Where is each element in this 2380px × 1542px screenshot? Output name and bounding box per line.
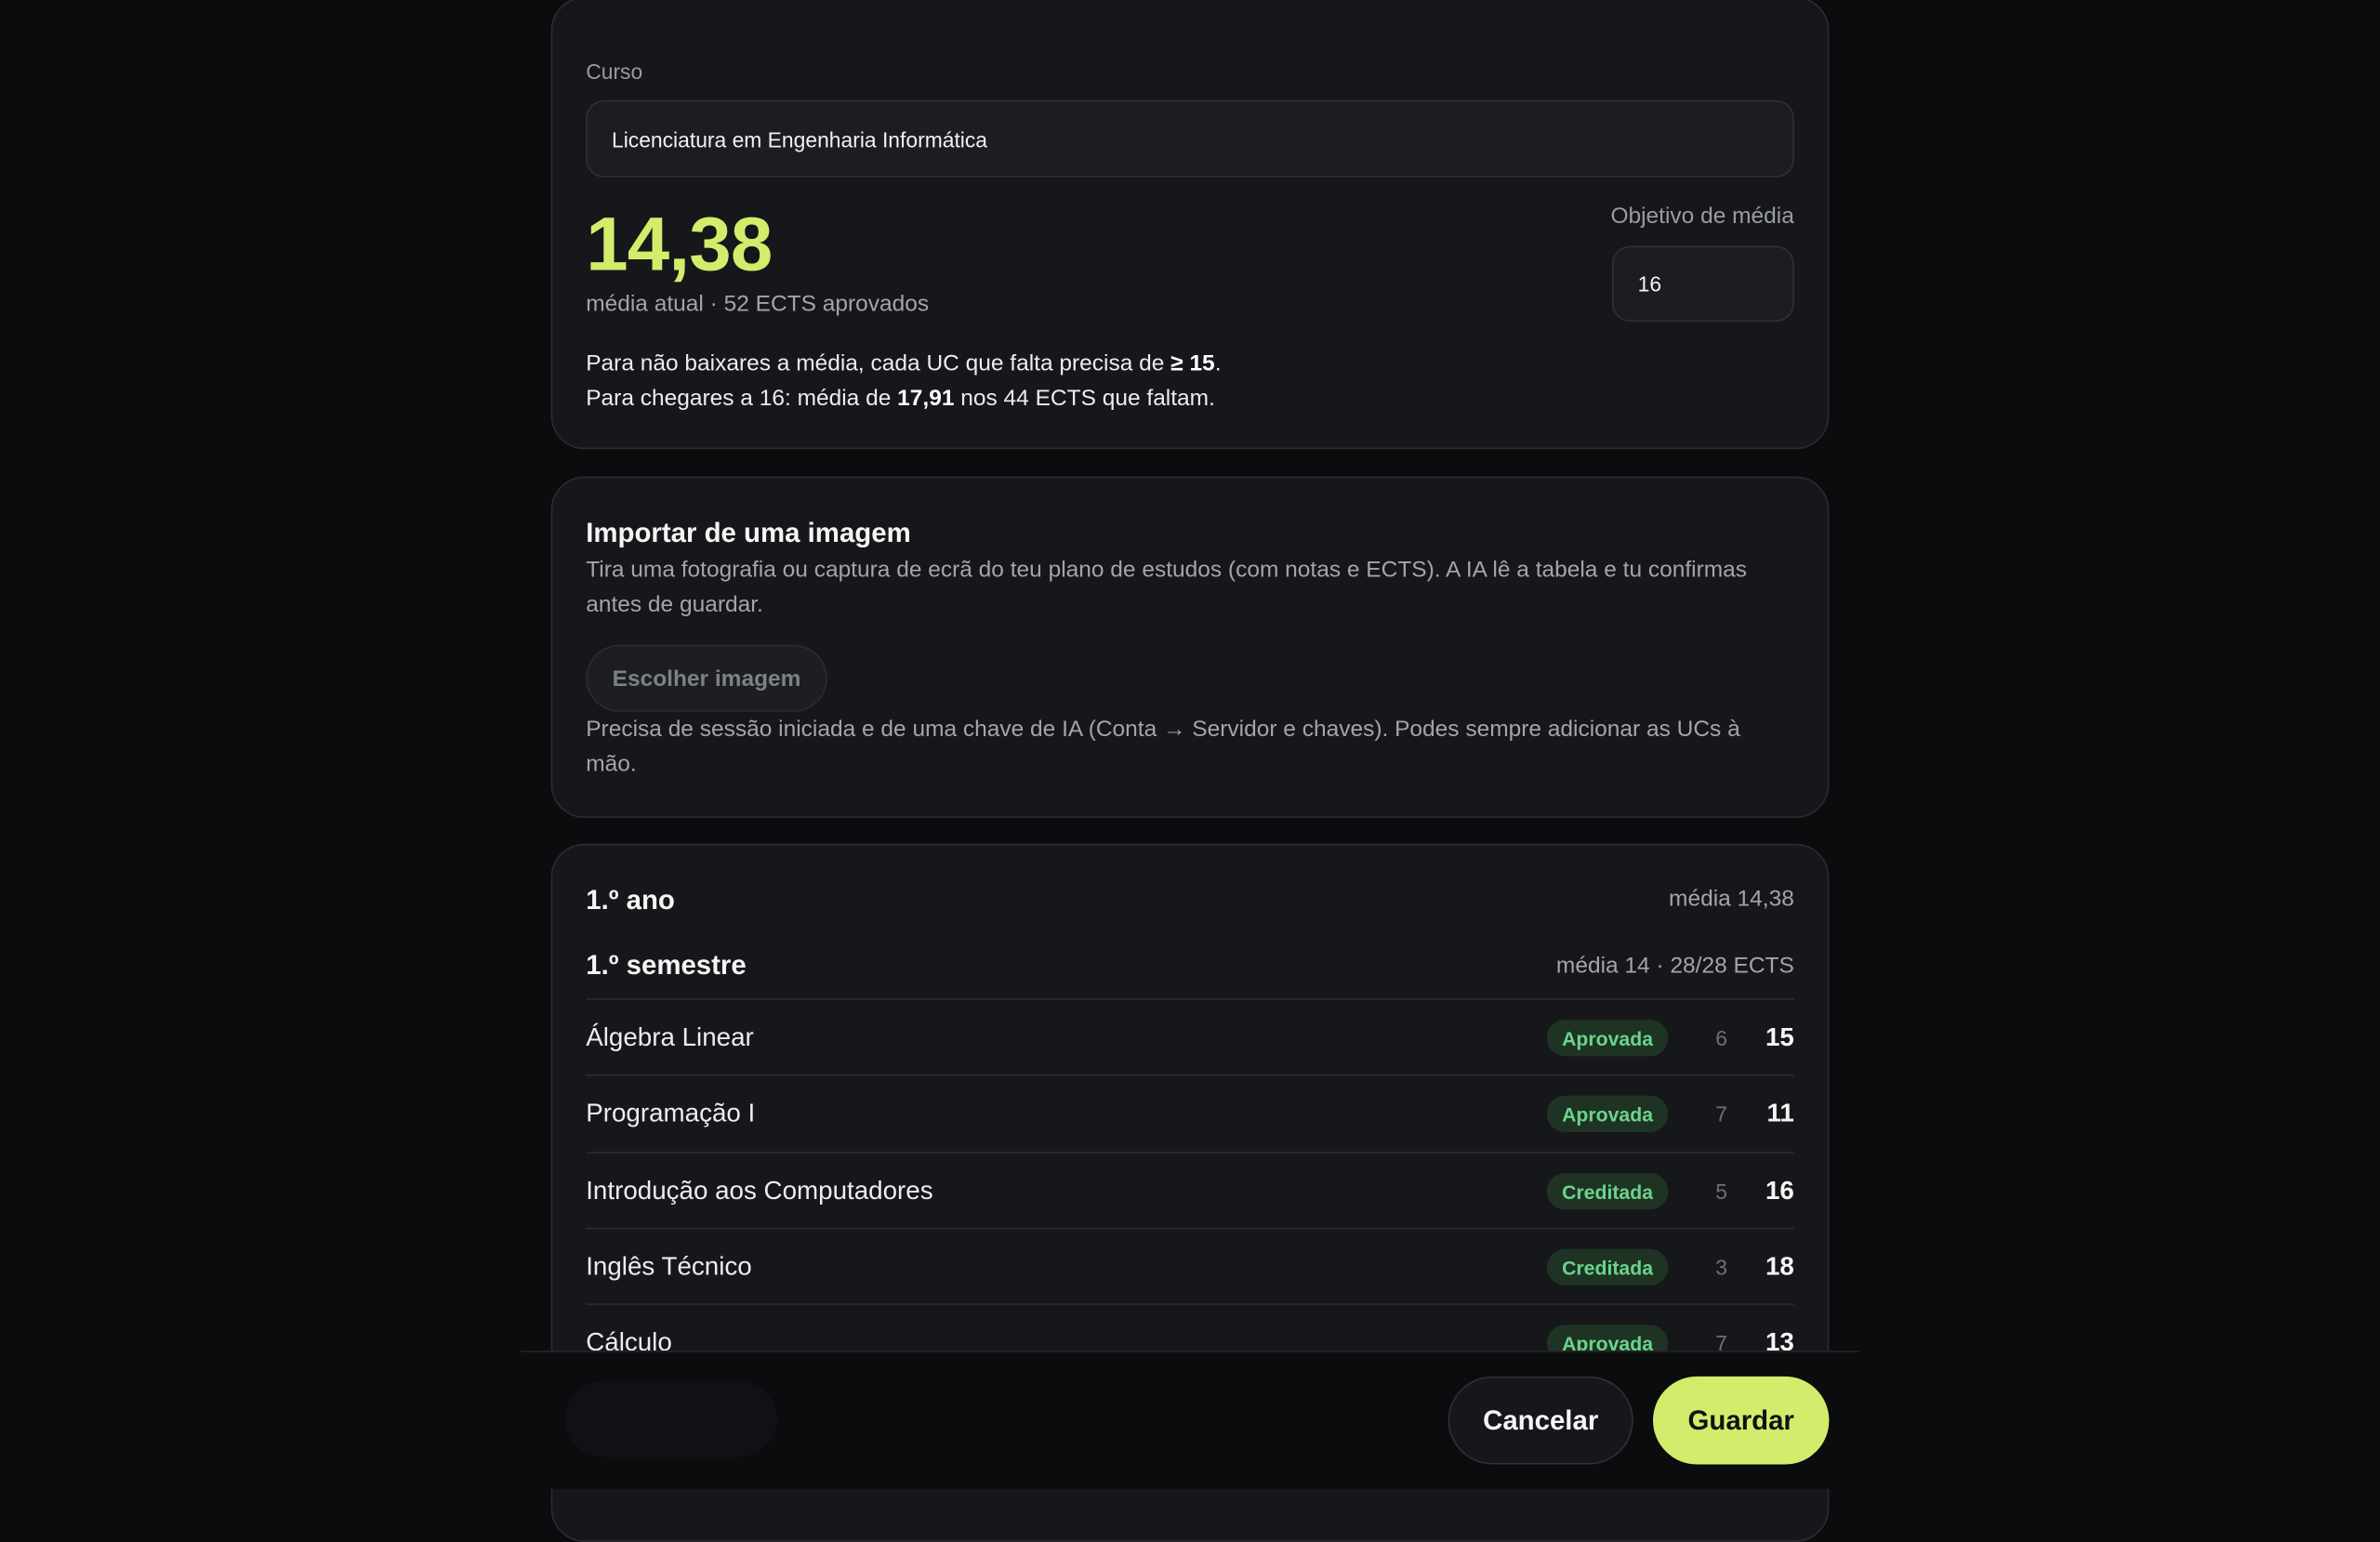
page: Curso Licenciatura em Engenharia Informá… xyxy=(0,0,2380,1542)
uc-name: Programação I xyxy=(586,1099,756,1128)
uc-name: Álgebra Linear xyxy=(586,1022,754,1052)
goal-input[interactable]: 16 xyxy=(1611,245,1794,323)
import-card: Importar de uma imagem Tira uma fotograf… xyxy=(550,476,1830,819)
uc-ects: 7 xyxy=(1715,1101,1728,1127)
import-description: Tira uma fotografia ou captura de ecrã d… xyxy=(586,557,1748,618)
footer-placeholder xyxy=(564,1380,777,1457)
uc-name: Introdução aos Computadores xyxy=(586,1176,933,1206)
uc-row[interactable]: Introdução aos Computadores Creditada 5 … xyxy=(586,1152,1794,1228)
average-subtitle: média atual · 52 ECTS aprovados xyxy=(586,291,930,318)
status-badge: Aprovada xyxy=(1546,1095,1669,1132)
uc-row[interactable]: Inglês Técnico Creditada 3 18 xyxy=(586,1227,1794,1304)
status-badge: Creditada xyxy=(1546,1173,1669,1210)
uc-grade: 15 xyxy=(1765,1022,1794,1052)
year-title: 1.º ano xyxy=(586,884,675,916)
uc-grade: 16 xyxy=(1765,1176,1794,1206)
course-label: Curso xyxy=(586,59,643,84)
import-note: Precisa de sessão iniciada e de uma chav… xyxy=(586,716,1740,777)
year-average: média 14,38 xyxy=(1669,886,1794,913)
course-card: Curso Licenciatura em Engenharia Informá… xyxy=(550,0,1830,450)
cancel-button[interactable]: Cancelar xyxy=(1448,1376,1633,1465)
uc-grade: 18 xyxy=(1765,1251,1794,1281)
uc-ects: 3 xyxy=(1715,1255,1728,1280)
uc-ects: 5 xyxy=(1715,1179,1728,1204)
min-grade-line: Para não baixares a média, cada UC que f… xyxy=(586,350,1222,376)
goal-label: Objetivo de média xyxy=(1610,203,1794,230)
course-input[interactable]: Licenciatura em Engenharia Informática xyxy=(586,99,1794,178)
semester-average: média 14 · 28/28 ECTS xyxy=(1555,953,1794,980)
current-average: 14,38 xyxy=(586,202,773,287)
uc-name: Inglês Técnico xyxy=(586,1251,752,1281)
choose-image-button[interactable]: Escolher imagem xyxy=(586,644,827,712)
semester-title: 1.º semestre xyxy=(586,950,747,981)
import-title: Importar de uma imagem xyxy=(586,517,911,548)
uc-grade: 11 xyxy=(1766,1099,1794,1128)
uc-row[interactable]: Programação I Aprovada 7 11 xyxy=(586,1074,1794,1151)
goal-grade-line: Para chegares a 16: média de 17,91 nos 4… xyxy=(586,385,1215,412)
save-button[interactable]: Guardar xyxy=(1653,1376,1830,1465)
status-badge: Aprovada xyxy=(1546,1020,1669,1057)
uc-row[interactable]: Álgebra Linear Aprovada 6 15 xyxy=(586,998,1794,1074)
uc-ects: 6 xyxy=(1715,1025,1728,1050)
status-badge: Creditada xyxy=(1546,1248,1669,1285)
